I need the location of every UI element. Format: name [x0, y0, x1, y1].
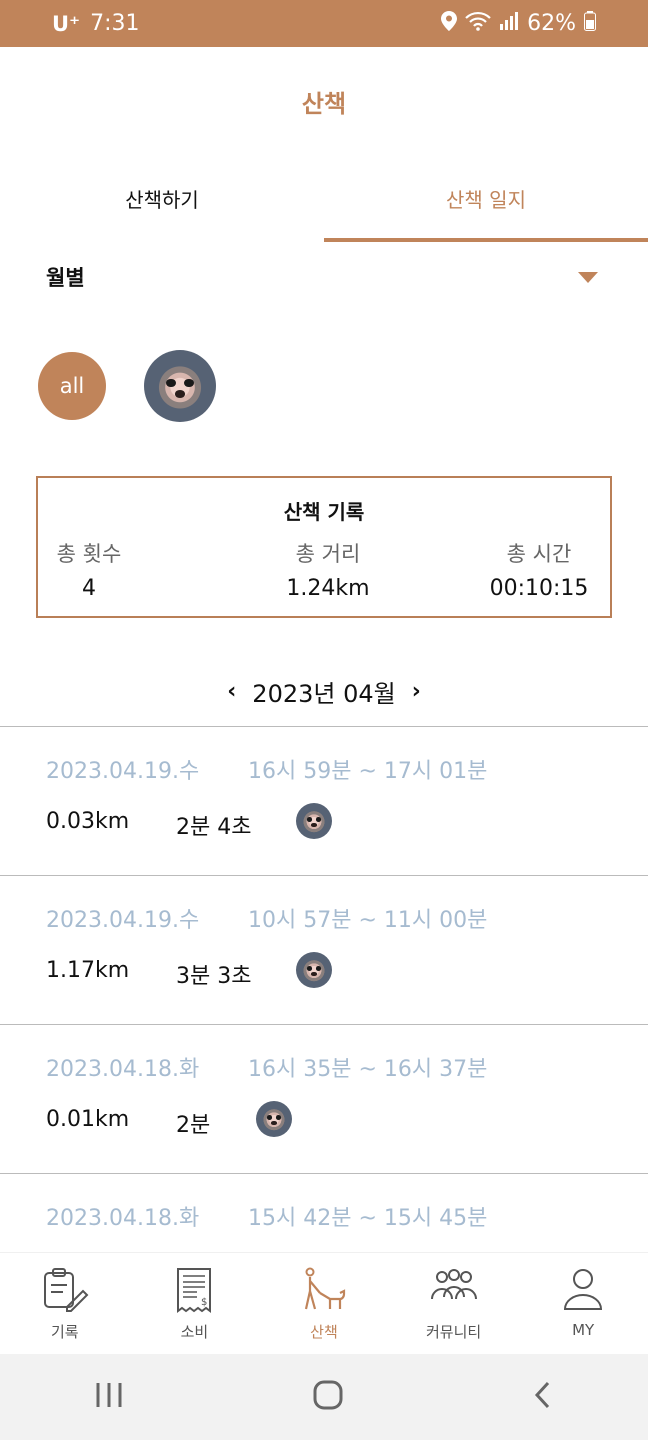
carrier-label: U⁺	[52, 11, 81, 36]
walk-distance: 0.03km	[46, 809, 130, 834]
walk-duration: 3분 3초	[176, 964, 252, 989]
pet-avatar	[296, 952, 332, 988]
signal-icon	[499, 11, 519, 36]
tab-bar: 산책하기 산책 일지	[0, 160, 648, 242]
clipboard-icon	[43, 1268, 89, 1312]
walk-list: 2023.04.19.수 16시 59분 ~ 17시 01분 0.03km 2분…	[0, 726, 648, 1322]
walk-date: 2023.04.18.화	[46, 1057, 200, 1082]
pet-avatar-button[interactable]	[144, 350, 216, 422]
stat-value: 4	[82, 576, 96, 601]
tab-walk-log[interactable]: 산책 일지	[324, 160, 648, 242]
stat-total-distance: 총 거리 1.24km	[258, 538, 398, 601]
walk-time-range: 10시 57분 ~ 11시 00분	[248, 908, 488, 933]
tab-walk[interactable]: 산책하기	[0, 160, 324, 242]
walk-time-range: 16시 59분 ~ 17시 01분	[248, 759, 488, 784]
walk-time-range: 15시 42분 ~ 15시 45분	[248, 1206, 488, 1231]
walk-row[interactable]: 2023.04.19.수 10시 57분 ~ 11시 00분 1.17km 3분…	[0, 875, 648, 1024]
stat-value: 1.24km	[286, 576, 370, 601]
battery-icon	[584, 10, 596, 37]
pet-avatar	[256, 1101, 292, 1137]
stat-total-time: 총 시간 00:10:15	[484, 538, 594, 601]
stat-label: 총 횟수	[56, 542, 122, 566]
walk-duration: 2분 4초	[176, 815, 252, 840]
bottom-navigation: 기록 $ 소비 산책 커뮤니티 MY	[0, 1252, 648, 1354]
stat-total-count: 총 횟수 4	[54, 538, 124, 601]
nav-record[interactable]: 기록	[0, 1253, 130, 1354]
walk-duration: 2분	[176, 1113, 211, 1138]
nav-walk[interactable]: 산책	[259, 1253, 389, 1354]
nav-community[interactable]: 커뮤니티	[389, 1253, 519, 1354]
nav-label: 기록	[50, 1323, 79, 1341]
walk-distance: 0.01km	[46, 1107, 130, 1132]
dropdown-caret-icon[interactable]	[578, 272, 598, 283]
prev-month-chevron-icon[interactable]: ‹	[227, 679, 236, 704]
walk-row[interactable]: 2023.04.19.수 16시 59분 ~ 17시 01분 0.03km 2분…	[0, 726, 648, 875]
nav-my[interactable]: MY	[518, 1253, 648, 1354]
walk-distance: 1.17km	[46, 958, 130, 983]
stat-label: 총 시간	[506, 542, 572, 566]
pet-filter-all[interactable]: all	[38, 352, 106, 420]
recent-apps-icon[interactable]	[94, 1381, 124, 1413]
nav-spending[interactable]: $ 소비	[130, 1253, 260, 1354]
walk-date: 2023.04.19.수	[46, 759, 200, 784]
person-icon	[564, 1269, 603, 1310]
wifi-icon	[465, 11, 491, 37]
battery-level: 62%	[527, 11, 576, 36]
month-navigator: ‹ 2023년 04월 ›	[0, 674, 648, 709]
walk-date: 2023.04.19.수	[46, 908, 200, 933]
summary-title: 산책 기록	[283, 500, 365, 524]
nav-label: 커뮤니티	[425, 1323, 482, 1341]
walk-time-range: 16시 35분 ~ 16시 37분	[248, 1057, 488, 1082]
svg-text:$: $	[201, 1297, 207, 1308]
month-label: 2023년 04월	[252, 680, 396, 708]
period-filter-select[interactable]: 월별	[46, 262, 85, 292]
stat-value: 00:10:15	[489, 576, 589, 601]
nav-label: 산책	[310, 1323, 338, 1341]
nav-label: 소비	[180, 1323, 209, 1341]
location-icon	[441, 10, 458, 37]
pet-avatar	[296, 803, 332, 839]
walk-date: 2023.04.18.화	[46, 1206, 200, 1231]
clock: 7:31	[90, 11, 140, 36]
walk-summary-card: 산책 기록 총 횟수 4 총 거리 1.24km 총 시간 00:10:15	[36, 476, 612, 618]
community-icon	[430, 1269, 477, 1300]
nav-label: MY	[572, 1321, 595, 1339]
dog-walk-icon	[304, 1267, 346, 1310]
next-month-chevron-icon[interactable]: ›	[412, 679, 421, 704]
page-title: 산책	[301, 90, 347, 118]
walk-row[interactable]: 2023.04.18.화 16시 35분 ~ 16시 37분 0.01km 2분	[0, 1024, 648, 1173]
status-bar: U⁺ 7:31 62%	[0, 0, 648, 47]
receipt-icon: $	[177, 1268, 212, 1313]
home-icon[interactable]	[312, 1379, 344, 1415]
back-icon[interactable]	[532, 1380, 554, 1414]
stat-label: 총 거리	[295, 542, 361, 566]
system-navigation-bar	[0, 1354, 648, 1440]
